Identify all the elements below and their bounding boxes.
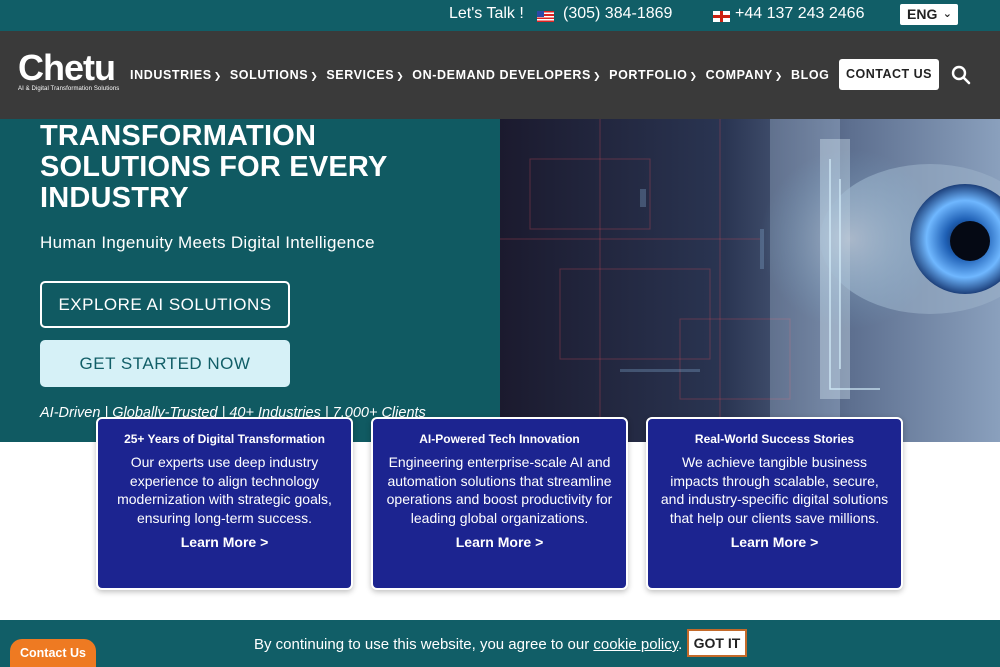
chevron-down-icon: ❯	[213, 71, 222, 81]
nav-item-blog[interactable]: BLOG	[791, 68, 830, 82]
chetu-logo[interactable]: Chetu AI & Digital Transformation Soluti…	[18, 47, 120, 93]
chevron-down-icon: ⌄	[942, 8, 952, 20]
us-phone-link[interactable]: (305) 384-1869	[563, 5, 672, 23]
nav-item-portfolio[interactable]: PORTFOLIO ❯	[609, 68, 697, 82]
logo-wordmark: Chetu	[18, 47, 116, 88]
chevron-down-icon: ❯	[774, 71, 783, 81]
feature-card-ai-innovation: AI-Powered Tech Innovation Engineering e…	[371, 417, 628, 590]
nav-item-industries[interactable]: INDUSTRIES ❯	[130, 68, 222, 82]
card-body: We achieve tangible business impacts thr…	[660, 454, 889, 526]
card-title: 25+ Years of Digital Transformation	[124, 432, 325, 446]
chevron-down-icon: ❯	[396, 71, 405, 81]
feature-card-digital-transformation: 25+ Years of Digital Transformation Our …	[96, 417, 353, 590]
uk-flag-icon	[713, 11, 730, 22]
contact-us-button[interactable]: CONTACT US	[839, 59, 939, 90]
language-value: ENG	[907, 6, 938, 22]
card-body: Our experts use deep industry experience…	[117, 454, 332, 526]
card-body: Engineering enterprise-scale AI and auto…	[386, 454, 613, 526]
hero-subtitle: Human Ingenuity Meets Digital Intelligen…	[40, 233, 375, 252]
get-started-button[interactable]: GET STARTED NOW	[40, 340, 290, 387]
chevron-down-icon: ❯	[592, 71, 602, 81]
top-bar: Let's Talk ! (305) 384-1869 +44 137 243 …	[0, 0, 1000, 31]
hero-title: TRANSFORMATION SOLUTIONS FOR EVERY INDUS…	[40, 120, 388, 214]
got-it-button[interactable]: GOT IT	[687, 629, 747, 657]
hero-section: TRANSFORMATION SOLUTIONS FOR EVERY INDUS…	[0, 119, 1000, 442]
chevron-down-icon: ❯	[689, 71, 698, 81]
search-icon[interactable]	[951, 65, 971, 85]
nav-item-company[interactable]: COMPANY ❯	[706, 68, 783, 82]
nav-item-solutions[interactable]: SOLUTIONS ❯	[230, 68, 318, 82]
nav-menu: INDUSTRIES ❯ SOLUTIONS ❯ SERVICES ❯ ON-DEMA…	[130, 68, 837, 82]
nav-item-on-demand-developers[interactable]: ON-DEMAND DEVELOPERS ❯	[412, 68, 601, 82]
feature-card-success-stories: Real-World Success Stories We achieve ta…	[646, 417, 903, 590]
hero-eye-image	[500, 119, 1000, 442]
main-navigation: Chetu AI & Digital Transformation Soluti…	[0, 31, 1000, 119]
language-selector[interactable]: ENG ⌄	[900, 4, 958, 25]
cookie-message: By continuing to use this website, you a…	[254, 636, 683, 653]
learn-more-link[interactable]: Learn More >	[373, 534, 626, 550]
cookie-consent-bar: By continuing to use this website, you a…	[0, 620, 1000, 667]
uk-phone-link[interactable]: +44 137 243 2466	[735, 5, 864, 23]
learn-more-link[interactable]: Learn More >	[648, 534, 901, 550]
card-title: AI-Powered Tech Innovation	[419, 432, 580, 446]
lets-talk-label: Let's Talk !	[449, 5, 524, 22]
contact-us-tab[interactable]: Contact Us	[10, 639, 96, 667]
learn-more-link[interactable]: Learn More >	[98, 534, 351, 550]
explore-ai-solutions-button[interactable]: EXPLORE AI SOLUTIONS	[40, 281, 290, 328]
card-title: Real-World Success Stories	[694, 432, 855, 446]
chevron-down-icon: ❯	[310, 71, 319, 81]
us-flag-icon	[537, 11, 554, 22]
cookie-policy-link[interactable]: cookie policy	[593, 636, 678, 653]
nav-item-services[interactable]: SERVICES ❯	[326, 68, 404, 82]
logo-tagline: AI & Digital Transformation Solutions	[18, 86, 120, 92]
